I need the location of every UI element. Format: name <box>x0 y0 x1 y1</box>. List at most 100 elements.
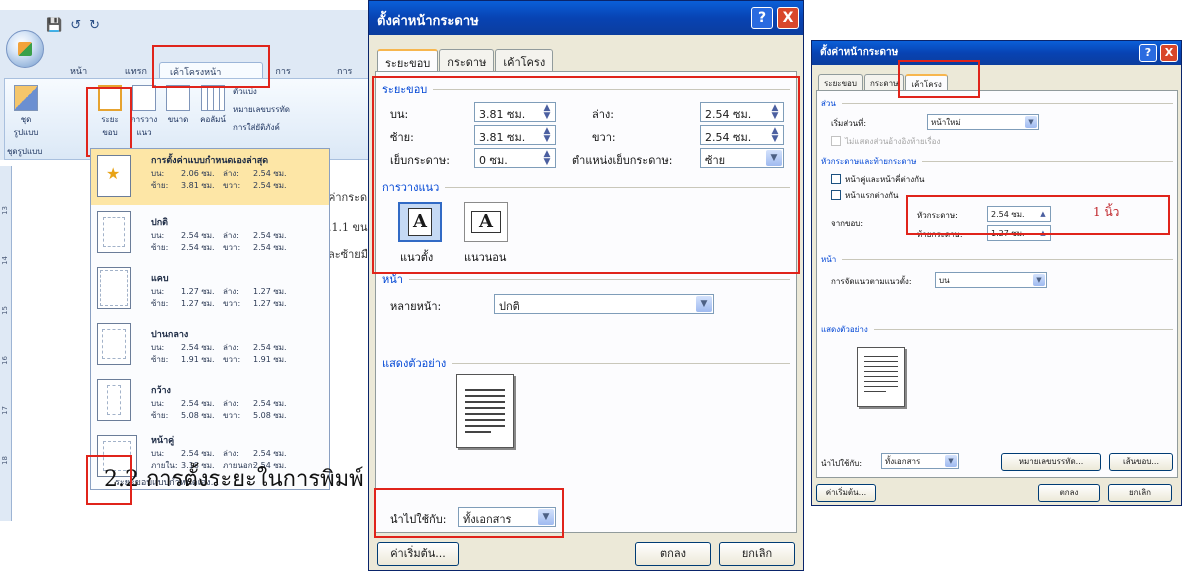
preview-section-label: แสดงตัวอย่าง <box>382 354 790 372</box>
margin-thumbnail <box>97 379 131 421</box>
spin-arrows-icon: ▲ <box>1040 229 1046 237</box>
gutter-input[interactable]: 0 ซม. ▲ ▼ <box>474 148 556 168</box>
page-section-label: หน้า <box>821 253 1173 266</box>
cancel-button[interactable]: ยกเลิก <box>719 542 795 566</box>
page-preview <box>857 347 905 407</box>
document-text-line: .1.1 ขน <box>328 221 368 234</box>
pages-section-label: หน้า <box>382 270 790 288</box>
redo-icon[interactable]: ↻ <box>89 18 100 33</box>
preview-section-label: แสดงตัวอย่าง <box>821 323 1173 336</box>
size-icon <box>166 85 190 111</box>
line-numbers-button[interactable]: หมายเลขบรรทัด... <box>1001 453 1101 471</box>
section-section-label: ส่วน <box>821 97 1173 110</box>
page-setup-dialog-layout: ตั้งค่าหน้ากระดาษ ? X ระยะขอบ กระดาษ เค้… <box>811 40 1182 506</box>
document-text-line: ค่ากระด <box>328 191 368 204</box>
portrait-icon: A <box>408 208 432 236</box>
chevron-down-icon: ▼ <box>1025 116 1037 128</box>
dialog-title: ตั้งค่าหน้ากระดาษ <box>377 14 479 29</box>
dialog-title: ตั้งค่าหน้ากระดาษ <box>820 47 899 58</box>
close-button[interactable]: X <box>777 7 799 29</box>
chevron-down-icon: ▼ <box>1033 274 1045 286</box>
dialog-title-bar: ตั้งค่าหน้ากระดาษ ? X <box>369 1 803 35</box>
spin-arrows-icon: ▲ ▼ <box>543 149 551 167</box>
chevron-down-icon: ▼ <box>766 150 782 166</box>
gallery-item-narrow[interactable]: แคบ บน: 1.27 ซม. ล่าง: 1.27 ซม. ซ้าย: 1.27 ซ… <box>91 261 329 317</box>
vertical-alignment-select[interactable]: บน ▼ <box>935 272 1047 288</box>
margins-button[interactable]: ระยะ ขอบ <box>93 85 127 139</box>
margin-thumbnail <box>97 211 131 253</box>
document-caption: 2.2 การตั้งระยะในการพิมพ์ <box>104 467 364 492</box>
dialog-title-bar: ตั้งค่าหน้ากระดาษ ? X <box>812 41 1181 65</box>
page-setup-dialog-margins: ตั้งค่าหน้ากระดาษ ? X ระยะขอบ กระดาษ เค้… <box>368 0 804 571</box>
margins-icon <box>98 85 122 111</box>
ok-button[interactable]: ตกลง <box>635 542 711 566</box>
first-page-checkbox[interactable] <box>831 190 841 200</box>
breaks-button[interactable]: ตัวแบ่ง <box>233 85 257 98</box>
default-button[interactable]: ค่าเริ่มต้น... <box>377 542 459 566</box>
office-button[interactable] <box>6 30 44 68</box>
undo-icon[interactable]: ↺ <box>70 18 81 33</box>
multiple-pages-select[interactable]: ปกติ ▼ <box>494 294 714 314</box>
ribbon-group-label: ชุดรูปแบบ <box>7 147 43 156</box>
columns-icon <box>201 85 225 111</box>
hyphenation-button[interactable]: การใส่ยัติภังค์ <box>233 121 280 134</box>
gallery-item-wide[interactable]: กว้าง บน: 2.54 ซม. ล่าง: 2.54 ซม. ซ้าย: 5.08… <box>91 373 329 429</box>
size-button[interactable]: ขนาด <box>163 85 193 126</box>
word-ribbon: 💾 ↺ ↻ หน้าแรก แทรก เค้าโครงหน้ากระดาษ กา… <box>0 10 372 160</box>
spin-arrows-icon: ▲ <box>1040 210 1046 218</box>
right-margin-input[interactable]: 2.54 ซม. ▲ ▼ <box>700 125 784 145</box>
themes-button[interactable]: ชุด รูปแบบ <box>9 85 43 139</box>
vertical-ruler: 13 14 15 16 17 18 <box>0 166 12 521</box>
chevron-down-icon: ▼ <box>945 455 957 467</box>
landscape-option[interactable]: A <box>464 202 508 242</box>
header-footer-section-label: หัวกระดาษและท้ายกระดาษ <box>821 155 1173 168</box>
page-preview <box>456 374 514 448</box>
help-button[interactable]: ? <box>751 7 773 29</box>
layout-panel: ส่วน เริ่มส่วนที่: หน้าใหม่ ▼ ไม่แสดงส่วน… <box>816 90 1178 478</box>
orientation-button[interactable]: การวาง แนว <box>129 85 159 139</box>
margin-thumbnail: ★ <box>97 155 131 197</box>
footer-distance-input[interactable]: 1.27 ซม. ▲ <box>987 225 1051 241</box>
header-distance-input[interactable]: 2.54 ซม. ▲ <box>987 206 1051 222</box>
inch-annotation: 1 นิ้ว <box>1093 205 1120 219</box>
chevron-down-icon: ▼ <box>538 509 554 525</box>
cancel-button[interactable]: ยกเลิก <box>1108 484 1172 502</box>
chevron-down-icon: ▼ <box>696 296 712 312</box>
star-icon: ★ <box>106 164 121 183</box>
themes-icon <box>14 85 38 111</box>
apply-to-select[interactable]: ทั้งเอกสาร ▼ <box>458 507 556 527</box>
margin-thumbnail <box>97 323 131 365</box>
spin-arrows-icon: ▲ ▼ <box>543 103 551 121</box>
borders-button[interactable]: เส้นขอบ... <box>1109 453 1173 471</box>
landscape-icon: A <box>471 211 501 233</box>
gutter-position-select[interactable]: ซ้าย ▼ <box>700 148 784 168</box>
gallery-item-moderate[interactable]: ปานกลาง บน: 2.54 ซม. ล่าง: 2.54 ซม. ซ้าย: 1.… <box>91 317 329 373</box>
margins-gallery: ★ การตั้งค่าแบบกำหนดเองล่าสุด บน: 2.06 ซม… <box>90 148 330 490</box>
suppress-endnotes-checkbox[interactable] <box>831 136 841 146</box>
gallery-item-normal[interactable]: ปกติ บน: 2.54 ซม. ล่าง: 2.54 ซม. ซ้าย: 2.54 … <box>91 205 329 261</box>
gallery-item-last-custom[interactable]: ★ การตั้งค่าแบบกำหนดเองล่าสุด บน: 2.06 ซม… <box>91 149 329 205</box>
default-button[interactable]: ค่าเริ่มต้น... <box>816 484 876 502</box>
spin-arrows-icon: ▲ ▼ <box>771 103 779 121</box>
close-button[interactable]: X <box>1160 44 1178 62</box>
apply-to-select[interactable]: ทั้งเอกสาร ▼ <box>881 453 959 469</box>
columns-button[interactable]: คอลัมน์ <box>195 85 231 126</box>
line-numbers-button[interactable]: หมายเลขบรรทัด <box>233 103 290 116</box>
spin-arrows-icon: ▲ ▼ <box>771 126 779 144</box>
orientation-icon <box>132 85 156 111</box>
left-margin-input[interactable]: 3.81 ซม. ▲ ▼ <box>474 125 556 145</box>
margins-panel: ระยะขอบ บน: 3.81 ซม. ▲ ▼ ล่าง: 2.54 ซม. ▲ ▼ … <box>375 71 797 533</box>
save-icon[interactable]: 💾 <box>46 18 62 33</box>
section-start-select[interactable]: หน้าใหม่ ▼ <box>927 114 1039 130</box>
portrait-option[interactable]: A <box>398 202 442 242</box>
quick-access-toolbar: 💾 ↺ ↻ <box>46 14 100 36</box>
ok-button[interactable]: ตกลง <box>1038 484 1100 502</box>
orientation-section-label: การวางแนว <box>382 178 790 196</box>
odd-even-checkbox[interactable] <box>831 174 841 184</box>
margins-section-label: ระยะขอบ <box>382 80 790 98</box>
margin-thumbnail <box>97 267 131 309</box>
help-button[interactable]: ? <box>1139 44 1157 62</box>
spin-arrows-icon: ▲ ▼ <box>543 126 551 144</box>
bottom-margin-input[interactable]: 2.54 ซม. ▲ ▼ <box>700 102 784 122</box>
top-margin-input[interactable]: 3.81 ซม. ▲ ▼ <box>474 102 556 122</box>
